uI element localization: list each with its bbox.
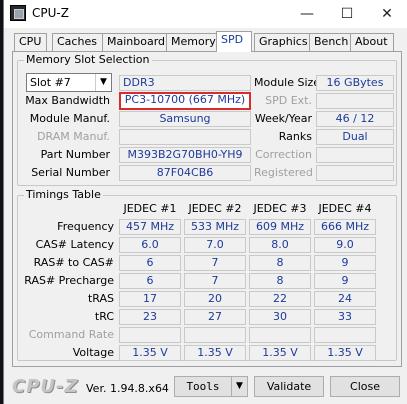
tras-label: tRAS	[87, 292, 114, 305]
timings-col-header: JEDEC #3	[253, 202, 307, 215]
timing-cell: 17	[119, 291, 181, 307]
dram-manuf-label: DRAM Manuf.	[37, 130, 110, 143]
part-number-field: M393B2G70BH0-YH9	[119, 147, 251, 163]
timing-cell: 9	[314, 273, 376, 289]
timing-cell: 609 MHz	[249, 219, 311, 235]
timing-cell: 8	[249, 273, 311, 289]
tools-button-label: Tools	[186, 380, 220, 393]
cpuz-logo: CPU-Z	[12, 376, 79, 397]
timing-cell: 8.0	[249, 237, 311, 253]
validate-button[interactable]: Validate	[254, 376, 324, 397]
cpuz-app-icon	[10, 5, 26, 21]
minimize-button[interactable]: —	[287, 0, 327, 28]
timing-cell: 24	[314, 291, 376, 307]
timings-col-header: JEDEC #2	[188, 202, 242, 215]
tab-cpu[interactable]: CPU	[14, 33, 47, 51]
frequency-label: Frequency	[57, 220, 114, 233]
timing-cell: 1.35 V	[119, 345, 181, 361]
week-year-label: Week/Year	[254, 112, 312, 125]
memory-slot-selection-title: Memory Slot Selection	[24, 53, 152, 66]
voltage-label: Voltage	[72, 346, 114, 359]
timing-cell: 9.0	[314, 237, 376, 253]
footer-bar: CPU-Z Ver. 1.94.8.x64 Tools ▼ Validate C…	[4, 370, 407, 404]
timings-table-group: Timings Table JEDEC #1 JEDEC #2 JEDEC #3…	[17, 188, 397, 361]
registered-field	[316, 165, 394, 181]
timing-cell: 23	[119, 309, 181, 325]
command-rate-label: Command Rate	[28, 328, 114, 341]
tab-mainboard[interactable]: Mainboard	[102, 33, 167, 51]
part-number-label: Part Number	[40, 148, 110, 161]
timing-cell: 22	[249, 291, 311, 307]
module-manuf-field: Samsung	[119, 111, 251, 127]
timing-cell: 8	[249, 255, 311, 271]
timing-cell: 9	[314, 255, 376, 271]
spd-ext-label: SPD Ext.	[265, 94, 312, 107]
dram-manuf-field	[119, 129, 251, 145]
module-manuf-label: Module Manuf.	[29, 112, 110, 125]
slot-select-value: Slot #7	[30, 76, 71, 89]
close-window-button[interactable]: ✕	[367, 0, 407, 28]
cpuz-window: CPU-Z — ☐ ✕ CPU Caches Mainboard Memory …	[3, 0, 407, 404]
correction-label: Correction	[255, 148, 312, 161]
serial-number-field: 87F04CB6	[119, 165, 251, 181]
timing-cell: 20	[184, 291, 246, 307]
timing-cell: 33	[314, 309, 376, 325]
chevron-down-icon: ▼	[95, 74, 111, 91]
ras-precharge-label: RAS# Precharge	[24, 274, 114, 287]
timing-cell	[249, 327, 311, 343]
timing-cell: 6	[119, 255, 181, 271]
slot-select-dropdown[interactable]: Slot #7 ▼	[26, 73, 112, 92]
timing-cell: 7	[184, 255, 246, 271]
timing-cell: 7	[184, 273, 246, 289]
tab-graphics[interactable]: Graphics	[254, 33, 310, 51]
timing-cell: 457 MHz	[119, 219, 181, 235]
cas-latency-label: CAS# Latency	[35, 238, 114, 251]
close-button[interactable]: Close	[330, 376, 400, 397]
module-size-field: 16 GBytes	[316, 75, 394, 91]
version-text: Ver. 1.94.8.x64	[86, 382, 169, 395]
max-bandwidth-label: Max Bandwidth	[25, 94, 110, 107]
ras-to-cas-label: RAS# to CAS#	[33, 256, 114, 269]
ranks-field: Dual	[316, 129, 394, 145]
tab-bench[interactable]: Bench	[309, 33, 351, 51]
max-bandwidth-field: PC3-10700 (667 MHz)	[119, 92, 251, 110]
registered-label: Registered	[254, 166, 313, 179]
timing-cell	[314, 327, 376, 343]
timing-cell: 6.0	[119, 237, 181, 253]
ranks-label: Ranks	[278, 130, 312, 143]
timing-cell: 1.35 V	[314, 345, 376, 361]
timings-col-header: JEDEC #1	[123, 202, 177, 215]
tools-button[interactable]: Tools ▼	[174, 376, 248, 397]
timing-cell: 1.35 V	[184, 345, 246, 361]
correction-field	[316, 147, 394, 163]
chevron-down-icon[interactable]: ▼	[231, 377, 247, 396]
timing-cell: 30	[249, 309, 311, 325]
timings-table-title: Timings Table	[24, 188, 103, 201]
tab-about[interactable]: About	[350, 33, 394, 51]
tab-spd[interactable]: SPD	[216, 31, 252, 52]
title-bar: CPU-Z — ☐ ✕	[4, 0, 407, 28]
memory-slot-selection-group: Memory Slot Selection Slot #7 ▼ DDR3 Mod…	[17, 53, 397, 186]
timing-cell: 1.35 V	[249, 345, 311, 361]
tab-memory[interactable]: Memory	[166, 33, 217, 51]
timing-cell: 533 MHz	[184, 219, 246, 235]
trc-label: tRC	[94, 310, 114, 323]
memory-type-field: DDR3	[119, 75, 251, 91]
timing-cell: 27	[184, 309, 246, 325]
timing-cell: 666 MHz	[314, 219, 376, 235]
timing-cell: 7.0	[184, 237, 246, 253]
serial-number-label: Serial Number	[31, 166, 110, 179]
timing-cell: 6	[119, 273, 181, 289]
timing-cell	[119, 327, 181, 343]
spd-ext-field	[316, 93, 394, 109]
week-year-field: 46 / 12	[316, 111, 394, 127]
spd-tab-panel: Memory Slot Selection Slot #7 ▼ DDR3 Mod…	[12, 51, 402, 367]
module-size-label: Module Size	[254, 76, 321, 89]
timings-col-header: JEDEC #4	[318, 202, 372, 215]
maximize-button[interactable]: ☐	[327, 0, 367, 28]
tab-caches[interactable]: Caches	[52, 33, 103, 51]
timing-cell	[184, 327, 246, 343]
window-title: CPU-Z	[32, 6, 69, 20]
